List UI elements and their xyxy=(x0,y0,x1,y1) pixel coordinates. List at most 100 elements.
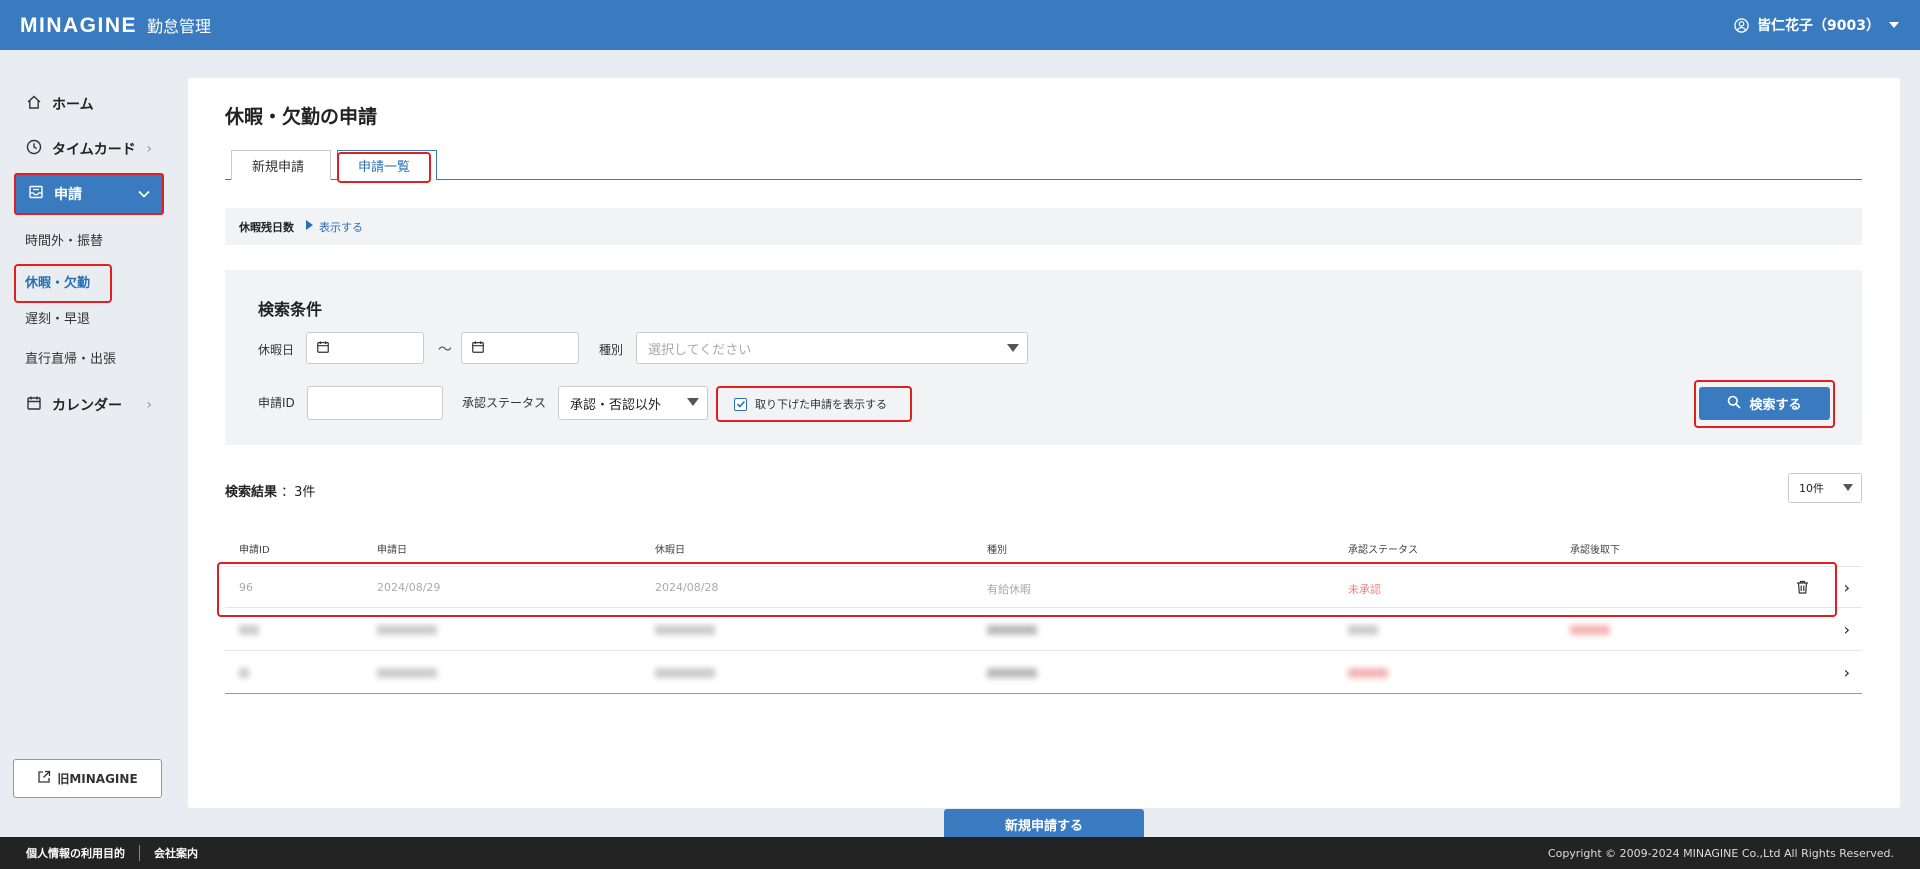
sidebar-item-calendar[interactable]: カレンダー › xyxy=(14,386,164,424)
sidebar-subitem-vacation[interactable]: 休暇・欠勤 xyxy=(14,264,113,303)
column-header: 種別 xyxy=(987,545,1007,556)
calendar-icon xyxy=(471,339,485,358)
cell-redacted xyxy=(655,625,715,635)
sidebar-subitem-late[interactable]: 遅刻・早退 xyxy=(25,308,90,327)
per-page-value: 10件 xyxy=(1799,482,1824,495)
chevron-down-icon xyxy=(1888,20,1900,30)
status-label: 承認ステータス xyxy=(462,396,547,410)
sidebar-subitem-overtime[interactable]: 時間外・振替 xyxy=(25,230,103,249)
results-label: 検索結果 xyxy=(225,485,278,500)
column-header: 休暇日 xyxy=(655,545,685,556)
check-icon xyxy=(736,400,745,408)
old-minagine-button[interactable]: 旧MINAGINE xyxy=(13,759,162,798)
tab-new-request[interactable]: 新規申請 xyxy=(231,150,331,180)
footer: 個人情報の利用目的 会社案内 Copyright © 2009-2024 MIN… xyxy=(0,837,1920,869)
cell-redacted xyxy=(1348,668,1388,678)
withdrawn-checkbox-row[interactable]: 取り下げた申請を表示する xyxy=(716,386,912,422)
brand[interactable]: MINAGINE 勤怠管理 xyxy=(20,13,211,38)
column-header: 承認ステータス xyxy=(1348,545,1418,556)
chevron-right-icon: › xyxy=(146,141,152,157)
withdrawn-label: 取り下げた申請を表示する xyxy=(755,398,887,411)
table-row[interactable]: › xyxy=(225,652,1862,694)
chevron-right-icon[interactable]: › xyxy=(1844,620,1850,639)
search-icon xyxy=(1727,395,1742,413)
sidebar: ホーム タイムカード › 申請 時間外・振替 休暇・欠勤 遅刻・早退 直行直帰・… xyxy=(0,50,170,837)
footer-company-link[interactable]: 会社案内 xyxy=(154,845,198,861)
cell-redacted xyxy=(1570,625,1610,635)
home-icon xyxy=(26,94,42,114)
sidebar-item-label: 申請 xyxy=(54,187,82,203)
tab-bar: 新規申請 申請一覧 xyxy=(225,150,1862,180)
search-button-highlight: 検索する xyxy=(1694,380,1835,428)
request-id-input[interactable] xyxy=(307,386,443,420)
column-header: 申請ID xyxy=(239,545,270,556)
brand-logo: MINAGINE xyxy=(20,13,137,37)
search-button[interactable]: 検索する xyxy=(1699,387,1830,420)
column-header: 申請日 xyxy=(377,545,407,556)
per-page-select[interactable]: 10件 xyxy=(1788,473,1862,503)
row-highlight xyxy=(217,562,1837,617)
old-minagine-label: 旧MINAGINE xyxy=(57,772,138,786)
type-placeholder: 選択してください xyxy=(648,342,752,358)
remaining-toggle[interactable]: 表示する xyxy=(306,219,363,235)
cell-redacted xyxy=(987,668,1037,678)
status-value: 承認・否認以外 xyxy=(570,397,662,413)
new-request-button[interactable]: 新規申請する xyxy=(944,809,1144,840)
chevron-right-icon[interactable]: › xyxy=(1844,578,1850,597)
type-label: 種別 xyxy=(599,343,624,357)
top-header: MINAGINE 勤怠管理 皆仁花子（9003） xyxy=(0,0,1920,50)
cell-redacted xyxy=(1348,625,1378,635)
search-panel: 検索条件 休暇日 ～ 種別 選択してください 申請ID 承認ステータス 承認・否… xyxy=(225,270,1862,445)
footer-separator xyxy=(139,845,140,861)
inbox-icon xyxy=(28,184,44,204)
sidebar-item-home[interactable]: ホーム xyxy=(14,85,164,123)
user-menu[interactable]: 皆仁花子（9003） xyxy=(1734,15,1900,35)
table-header: 申請ID 申請日 休暇日 種別 承認ステータス 承認後取下 xyxy=(225,541,1862,561)
cell-redacted xyxy=(239,625,259,635)
column-header: 承認後取下 xyxy=(1570,545,1620,556)
cell-redacted xyxy=(239,668,249,678)
range-tilde: ～ xyxy=(438,342,452,358)
remaining-toggle-label: 表示する xyxy=(319,220,363,234)
chevron-down-icon xyxy=(138,186,150,202)
sidebar-item-label: カレンダー xyxy=(52,398,122,414)
type-select[interactable]: 選択してください xyxy=(636,332,1028,364)
withdrawn-checkbox[interactable] xyxy=(734,397,747,411)
calendar-icon xyxy=(26,395,42,415)
remaining-label: 休暇残日数 xyxy=(239,220,294,234)
id-label: 申請ID xyxy=(258,396,295,410)
sidebar-item-requests[interactable]: 申請 xyxy=(14,173,164,215)
chevron-right-icon[interactable]: › xyxy=(1844,663,1850,682)
status-select[interactable]: 承認・否認以外 xyxy=(558,386,708,420)
main-card: 休暇・欠勤の申請 新規申請 申請一覧 休暇残日数 表示する 検索条件 休暇日 ～… xyxy=(188,78,1900,840)
caret-down-icon xyxy=(1843,484,1853,491)
page-title: 休暇・欠勤の申請 xyxy=(225,106,378,128)
caret-down-icon xyxy=(687,398,699,406)
chevron-right-icon: › xyxy=(146,397,152,413)
sidebar-item-label: タイムカード xyxy=(52,142,136,158)
date-to-input[interactable] xyxy=(461,332,579,364)
calendar-icon xyxy=(316,339,330,358)
date-from-input[interactable] xyxy=(306,332,424,364)
triangle-right-icon xyxy=(306,220,313,233)
search-button-label: 検索する xyxy=(1749,398,1802,413)
tab-highlight xyxy=(337,152,431,183)
results-summary: 検索結果 ：3件 xyxy=(225,481,315,500)
app-name: 勤怠管理 xyxy=(147,16,212,36)
vacation-remaining-bar: 休暇残日数 表示する xyxy=(225,208,1862,245)
footer-links: 個人情報の利用目的 会社案内 xyxy=(26,845,198,861)
cell-redacted xyxy=(987,625,1037,635)
date-label: 休暇日 xyxy=(258,343,295,357)
user-icon xyxy=(1734,17,1749,33)
cell-redacted xyxy=(655,668,715,678)
results-count: ：3件 xyxy=(281,485,316,500)
user-name: 皆仁花子（9003） xyxy=(1757,18,1880,34)
search-title: 検索条件 xyxy=(258,300,323,319)
clock-icon xyxy=(26,139,42,159)
sidebar-item-label: ホーム xyxy=(52,97,94,113)
sidebar-subitem-direct[interactable]: 直行直帰・出張 xyxy=(25,348,116,367)
copyright: Copyright © 2009-2024 MINAGINE Co.,Ltd A… xyxy=(1547,846,1894,860)
external-link-icon xyxy=(37,770,51,787)
footer-privacy-link[interactable]: 個人情報の利用目的 xyxy=(26,845,125,861)
sidebar-item-timecard[interactable]: タイムカード › xyxy=(14,130,164,168)
